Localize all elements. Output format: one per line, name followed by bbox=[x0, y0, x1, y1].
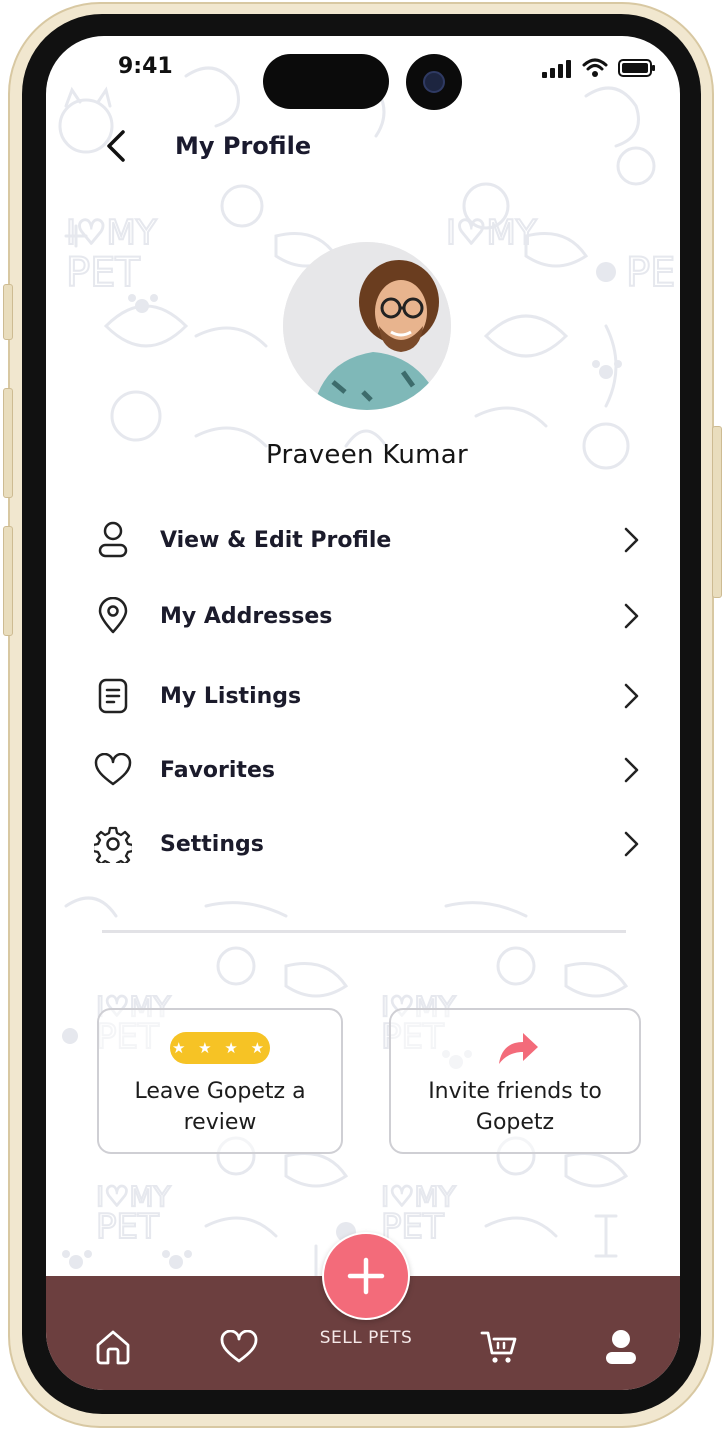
menu-item-my-addresses[interactable]: My Addresses bbox=[86, 588, 646, 644]
signal-icon bbox=[542, 60, 571, 78]
svg-text:PE: PE bbox=[626, 250, 675, 296]
avatar[interactable] bbox=[283, 242, 451, 410]
plus-icon bbox=[347, 1257, 385, 1295]
menu-item-view-edit-profile[interactable]: View & Edit Profile bbox=[86, 512, 646, 568]
cart-icon bbox=[480, 1331, 517, 1363]
profile-name: Praveen Kumar bbox=[265, 440, 469, 470]
menu-item-label: Favorites bbox=[160, 757, 275, 783]
svg-text:I♡MY: I♡MY bbox=[66, 213, 157, 253]
page-header: My Profile bbox=[46, 126, 680, 176]
chevron-left-icon bbox=[107, 130, 125, 162]
page-title: My Profile bbox=[175, 132, 312, 160]
leave-review-card[interactable]: ★ ★ ★ ★ Leave Gopetz a review bbox=[97, 1008, 343, 1154]
menu-item-settings[interactable]: Settings bbox=[86, 816, 646, 872]
dynamic-island bbox=[263, 54, 389, 109]
status-time: 9:41 bbox=[118, 54, 173, 79]
location-pin-icon bbox=[86, 596, 140, 636]
front-camera bbox=[406, 54, 462, 110]
sell-pets-label: SELL PETS bbox=[319, 1328, 413, 1348]
tab-profile[interactable] bbox=[598, 1324, 644, 1370]
share-arrow-icon bbox=[499, 1033, 538, 1064]
gear-icon bbox=[86, 824, 140, 864]
sell-pets-button[interactable] bbox=[322, 1232, 410, 1320]
svg-text:I♡MY: I♡MY bbox=[446, 213, 537, 253]
menu-item-label: View & Edit Profile bbox=[160, 527, 392, 553]
menu-item-my-listings[interactable]: My Listings bbox=[86, 668, 646, 724]
mute-switch bbox=[3, 284, 13, 340]
menu-item-label: Settings bbox=[160, 831, 264, 857]
volume-up-button bbox=[3, 388, 13, 498]
document-icon bbox=[86, 676, 140, 716]
menu-item-label: My Addresses bbox=[160, 603, 333, 629]
star-rating-icon: ★ ★ ★ ★ bbox=[170, 1032, 270, 1064]
battery-icon bbox=[618, 59, 655, 77]
svg-text:PET: PET bbox=[96, 1207, 159, 1247]
chevron-right-icon bbox=[616, 601, 646, 631]
volume-down-button bbox=[3, 526, 13, 636]
section-divider bbox=[102, 930, 626, 933]
tab-home[interactable] bbox=[90, 1324, 136, 1370]
back-button[interactable] bbox=[96, 126, 136, 166]
avatar-photo bbox=[283, 242, 451, 410]
tab-favorites[interactable] bbox=[216, 1324, 262, 1370]
chevron-right-icon bbox=[616, 525, 646, 555]
invite-friends-text: Invite friends to Gopetz bbox=[428, 1079, 602, 1135]
leave-review-text: Leave Gopetz a review bbox=[134, 1079, 306, 1135]
tab-cart[interactable] bbox=[476, 1324, 522, 1370]
wifi-icon bbox=[582, 58, 608, 77]
status-icons bbox=[542, 58, 656, 78]
menu-item-label: My Listings bbox=[160, 683, 302, 709]
heart-icon bbox=[86, 750, 140, 790]
app-screen: I♡MY PET I♡MY PE I♡MY PET I♡MY PET I♡MY … bbox=[46, 36, 680, 1390]
svg-text:PET: PET bbox=[66, 250, 140, 296]
chevron-right-icon bbox=[616, 681, 646, 711]
home-icon bbox=[96, 1330, 130, 1365]
status-bar: 9:41 bbox=[46, 36, 680, 116]
menu-item-favorites[interactable]: Favorites bbox=[86, 742, 646, 798]
heart-icon bbox=[220, 1330, 258, 1363]
user-icon bbox=[86, 520, 140, 560]
chevron-right-icon bbox=[616, 829, 646, 859]
invite-friends-card[interactable]: Invite friends to Gopetz bbox=[389, 1008, 641, 1154]
chevron-right-icon bbox=[616, 755, 646, 785]
power-button bbox=[712, 426, 722, 598]
profile-icon bbox=[606, 1330, 636, 1364]
